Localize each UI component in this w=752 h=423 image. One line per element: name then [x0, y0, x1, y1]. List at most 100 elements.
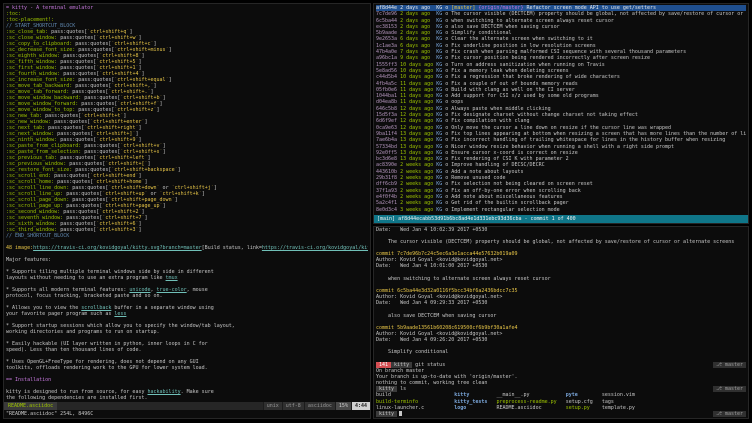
text-segment-f: ] [145, 215, 148, 221]
commit-author: KG [436, 112, 445, 118]
commit-author: KG [436, 81, 445, 87]
text-segment-f: also save DECTCEM when saving cursor [376, 313, 496, 319]
text-segment-f: ] [160, 101, 163, 107]
commit-hash: 57334bd [376, 144, 397, 150]
text-segment-f: protocol, focus tracking, bracketed past… [6, 293, 163, 299]
text-segment-g: preprocess-readme.py [496, 399, 565, 405]
text-segment-b: kitty_tests [454, 399, 496, 405]
text-segment-l[interactable]: tmux [166, 275, 178, 281]
vim-line: the following dependencies are installed… [6, 395, 368, 401]
text-segment-y: `ctrl+shift+3` [96, 227, 138, 233]
commit-author: KG [436, 99, 445, 105]
text-segment-f: Date: Wed Jan 4 09:29:33 2017 +0530 [376, 300, 487, 306]
commit-ref: [master] [451, 5, 478, 11]
commit-hash: a96bc1a [376, 55, 397, 61]
text-segment-g: build-terminfo [376, 399, 454, 405]
commit-date: 2 days ago [397, 11, 436, 17]
window-shell[interactable]: Date: Wed Jan 4 10:02:39 2017 +0530 The … [373, 226, 749, 419]
commit-author: KG [436, 74, 445, 80]
commit-hash: 0ca9e63 [376, 125, 397, 131]
commit-author: KG [436, 24, 445, 30]
text-segment-l[interactable]: https://travis-ci.org/kovidgoyal/kitty [262, 245, 368, 251]
text-segment-f: ] [157, 107, 160, 113]
commit-date: 13 days ago [397, 137, 436, 143]
text-segment-l[interactable]: hackability [147, 389, 180, 395]
commit-message: Fix a couple of out of bounds memory rea… [451, 81, 577, 87]
statusline-spacer [57, 402, 263, 410]
commit-date: 2 days ago [397, 18, 436, 24]
commit-author: KG [436, 137, 445, 143]
commit-author: KG [436, 106, 445, 112]
text-segment-f: ] [169, 77, 172, 83]
commit-hash: 443610b [376, 169, 397, 175]
commit-message: Add support for CSI x/z used by some old… [451, 93, 599, 99]
commit-ref: {origin/master} [478, 5, 526, 11]
text-segment-f: ] [175, 197, 178, 203]
commit-date: 11 days ago [397, 87, 436, 93]
shell-prompt[interactable]: kitty⎇ master [376, 411, 746, 417]
statusline-fileformat: unix [263, 402, 282, 410]
text-segment-f: Date: Wed Jan 4 10:02:39 2017 +0530 [376, 227, 487, 233]
window-vim-readme[interactable]: = kitty - A terminal emulator:toc::toc-p… [3, 3, 371, 419]
statusline-position: 4:44 [351, 402, 370, 410]
commit-hash: ac8390e [376, 162, 397, 168]
text-segment-l[interactable]: https://travis-ci.org/kovidgoyal/kitty.s… [33, 245, 202, 251]
text-segment-c: // END_SHORTCUT_BLOCK [6, 233, 69, 239]
commit-author: KG [436, 188, 445, 194]
tig-commit-row[interactable]: 8e0d3c4 3 weeks ago KG o Implement recta… [376, 207, 746, 213]
commit-hash: 47b4a0e [376, 49, 397, 55]
commit-message: Turn on address sanitization when runnin… [451, 62, 605, 68]
commit-date: 12 days ago [397, 112, 436, 118]
commit-message: Fix rendering of CSI K with parameter 2 [451, 156, 568, 162]
text-segment-f: Date: Wed Jan 4 09:26:20 2017 +0530 [376, 337, 487, 343]
commit-author: KG [436, 36, 445, 42]
commit-hash: 6d6f9ef [376, 118, 397, 124]
commit-hash: 9ba11f4 [376, 131, 397, 137]
text-segment-l[interactable]: less [114, 311, 126, 317]
text-segment-g: setup.py [566, 405, 602, 411]
commit-hash: 15d5f3a [376, 112, 397, 118]
text-segment-f: ] [144, 119, 147, 125]
text-segment-f: ] [154, 83, 157, 89]
text-segment-f: . Make sure [181, 389, 214, 395]
commit-date: 12 days ago [397, 118, 436, 124]
text-segment-f: build [376, 392, 454, 398]
commit-date: 2 weeks ago [397, 188, 436, 194]
commit-hash: 1555ff3 [376, 62, 397, 68]
text-segment-f: Simplify conditional [376, 349, 448, 355]
text-segment-y: commit 6c5ba44e3d32a0116f5bcc34bf6a2436b… [376, 288, 517, 294]
commit-hash: 29b31f8 [376, 175, 397, 181]
commit-hash: 4fb4a5c [376, 81, 397, 87]
commit-date: 2 weeks ago [397, 200, 436, 206]
commit-message: Fix designate charset without change cha… [451, 112, 638, 118]
text-segment-y: commit 5b9aade13561b60208c619500cf6b9bf3… [376, 325, 517, 331]
text-segment-f: __main__.py [496, 392, 565, 398]
commit-author: KG [436, 18, 445, 24]
text-segment-f: speed). Less than ten thousand lines of … [6, 347, 141, 353]
text-segment-f: your favorite pager program such as [6, 311, 114, 317]
text-segment-f: linux-launcher.c [376, 405, 454, 411]
commit-date: 10 days ago [397, 68, 436, 74]
commit-author: KG [436, 144, 445, 150]
commit-hash: c44d5b4 [376, 74, 397, 80]
text-segment-f: ] [202, 191, 205, 197]
terminal-cursor [399, 411, 402, 416]
commit-date: 10 days ago [397, 62, 436, 68]
commit-author: KG [436, 68, 445, 74]
text-segment-y: image: [15, 245, 33, 251]
commit-message: also save DECTCEM when saving cursor [451, 24, 559, 30]
text-segment-y: commit 7c7de96b7c24c5ec6a3e1acca44e57632… [376, 251, 517, 257]
text-segment-f: working directories and programs to run … [6, 329, 160, 335]
window-tig-history[interactable]: af8d44e 2 days ago KG o [master] {origin… [373, 3, 749, 224]
text-segment-f: , mouse [187, 287, 208, 293]
commit-message: Improve handling of DECSC/DECRC [451, 162, 544, 168]
commit-date: 6 days ago [397, 36, 436, 42]
commit-message: Fix a regression that broke rendering of… [451, 74, 620, 80]
text-segment-f: ] [138, 227, 141, 233]
git-branch-rprompt: ⎇ master [713, 411, 746, 417]
text-segment-f: ] [163, 203, 166, 209]
text-segment-f: Author: Kovid Goyal <kovid@kovidgoyal.ne… [376, 294, 502, 300]
commit-author: KG [436, 150, 445, 156]
commit-message: Only move the cursor a line down on resi… [451, 125, 671, 131]
commit-date: 2 weeks ago [397, 162, 436, 168]
